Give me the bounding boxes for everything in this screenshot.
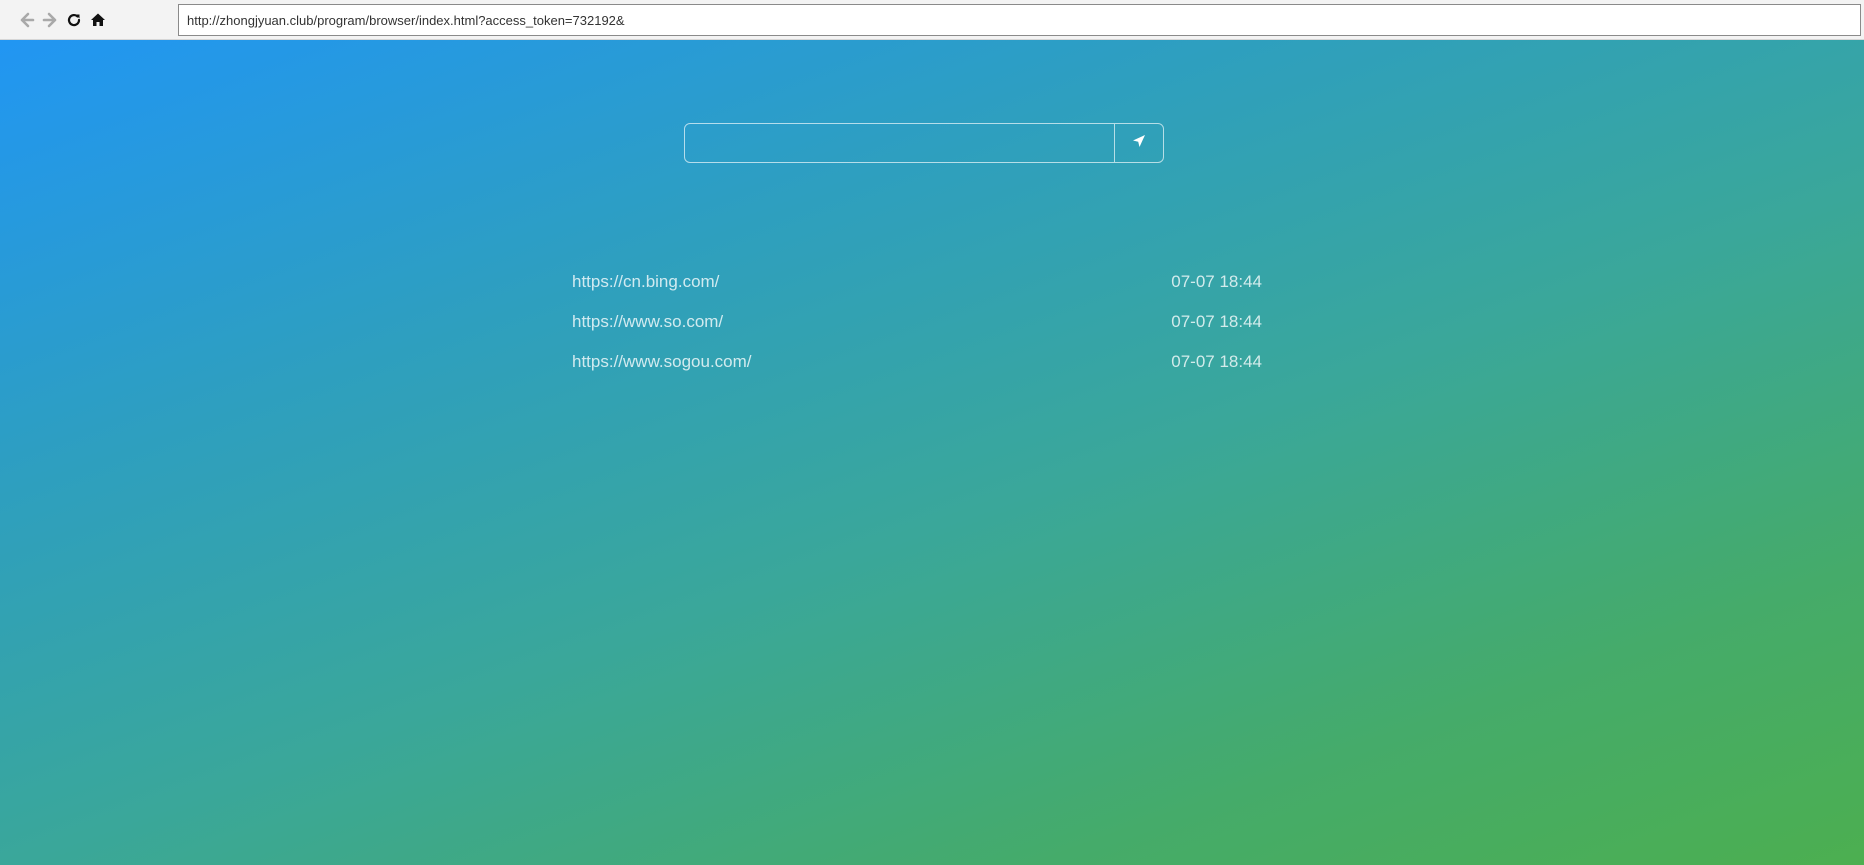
- history-list: https://cn.bing.com/ 07-07 18:44 https:/…: [572, 262, 1262, 382]
- history-item: https://www.sogou.com/ 07-07 18:44: [572, 342, 1262, 382]
- back-button[interactable]: [16, 9, 38, 31]
- search-submit-button[interactable]: [1114, 124, 1163, 162]
- browser-toolbar: [0, 0, 1864, 40]
- send-arrow-icon: [1131, 133, 1147, 154]
- history-link[interactable]: https://www.so.com/: [572, 312, 723, 332]
- home-icon: [90, 12, 106, 28]
- history-time: 07-07 18:44: [1171, 352, 1262, 371]
- history-time: 07-07 18:44: [1171, 312, 1262, 331]
- arrow-left-icon: [19, 12, 35, 28]
- history-item: https://cn.bing.com/ 07-07 18:44: [572, 262, 1262, 302]
- home-button[interactable]: [87, 9, 109, 31]
- address-bar[interactable]: [178, 4, 1861, 36]
- history-time: 07-07 18:44: [1171, 272, 1262, 291]
- page-content: https://cn.bing.com/ 07-07 18:44 https:/…: [0, 40, 1864, 865]
- forward-button[interactable]: [39, 9, 61, 31]
- reload-button[interactable]: [63, 9, 85, 31]
- search-input[interactable]: [685, 124, 1114, 162]
- arrow-right-icon: [42, 12, 58, 28]
- history-item: https://www.so.com/ 07-07 18:44: [572, 302, 1262, 342]
- history-link[interactable]: https://www.sogou.com/: [572, 352, 752, 372]
- search-box: [684, 123, 1164, 163]
- reload-icon: [66, 12, 82, 28]
- history-link[interactable]: https://cn.bing.com/: [572, 272, 719, 292]
